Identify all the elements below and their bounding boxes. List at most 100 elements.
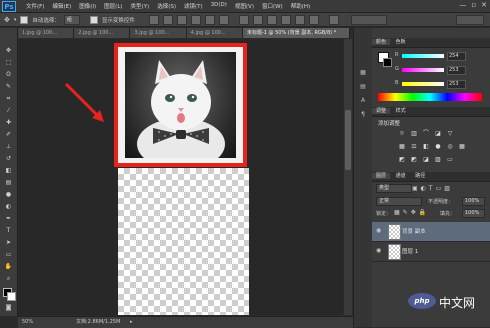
layer-name[interactable]: 图层 1 bbox=[402, 247, 418, 255]
align-bottom-icon[interactable] bbox=[176, 14, 187, 25]
tab-untitled-1[interactable]: 未标题-1 @ 50% (背景 副本, RGB/8) * bbox=[242, 28, 351, 38]
distribute-top-icon[interactable] bbox=[238, 14, 249, 25]
green-slider[interactable] bbox=[402, 68, 444, 72]
tab-color[interactable]: 颜色 bbox=[372, 39, 391, 45]
show-transform-checkbox[interactable] bbox=[89, 15, 98, 24]
cat-photo[interactable] bbox=[125, 52, 236, 158]
curves-icon[interactable]: ⌒ bbox=[422, 130, 430, 137]
menu-select[interactable]: 选择(S) bbox=[153, 2, 180, 10]
quick-select-tool-icon[interactable]: ✎ bbox=[3, 82, 14, 91]
background-swatch[interactable] bbox=[383, 58, 392, 67]
scrollbar-thumb[interactable] bbox=[345, 110, 351, 170]
brush-tool-icon[interactable]: ✐ bbox=[3, 130, 14, 139]
workspace-dropdown[interactable] bbox=[456, 14, 484, 25]
levels-icon[interactable]: ▥ bbox=[410, 130, 418, 137]
color-spectrum-bar[interactable] bbox=[378, 93, 482, 101]
3d-mode-icon[interactable] bbox=[350, 14, 387, 25]
layer-filter-icons[interactable]: ▣◐T▭▨ bbox=[412, 185, 453, 192]
menu-filter[interactable]: 滤镜(T) bbox=[180, 2, 207, 10]
blend-mode-dropdown[interactable]: 正常 bbox=[376, 197, 422, 206]
color-lookup-icon[interactable]: ▦ bbox=[458, 143, 466, 150]
brightness-icon[interactable]: ☼ bbox=[398, 130, 406, 137]
menu-type[interactable]: 类型(Y) bbox=[127, 2, 154, 10]
tab-adjustments[interactable]: 调整 bbox=[372, 108, 391, 114]
invert-icon[interactable]: ◩ bbox=[398, 156, 406, 163]
status-menu-arrow-icon[interactable]: ▸ bbox=[130, 317, 133, 328]
maximize-icon[interactable]: ▫ bbox=[471, 1, 476, 9]
gradient-tool-icon[interactable]: ▤ bbox=[3, 178, 14, 187]
hand-tool-icon[interactable]: ✋ bbox=[3, 262, 14, 271]
eye-icon[interactable]: ◉ bbox=[376, 227, 384, 235]
vibrance-icon[interactable]: ▽ bbox=[446, 130, 454, 137]
properties-panel-icon[interactable]: ▤ bbox=[358, 82, 368, 91]
move-tool-icon[interactable]: ✥ bbox=[4, 16, 10, 24]
tab-channels[interactable]: 通道 bbox=[392, 173, 410, 179]
tab-3-jpg[interactable]: 3.jpg @ 100... bbox=[130, 28, 187, 38]
align-left-icon[interactable] bbox=[190, 14, 201, 25]
character-panel-icon[interactable]: A bbox=[358, 96, 368, 105]
marquee-tool-icon[interactable]: ⬚ bbox=[3, 58, 14, 67]
red-value[interactable]: 254 bbox=[447, 52, 466, 61]
tool-preset-chevron-icon[interactable]: ▾ bbox=[14, 17, 17, 23]
fill-input[interactable]: 100% bbox=[462, 209, 485, 218]
eyedropper-tool-icon[interactable]: ⁄ bbox=[3, 106, 14, 115]
type-tool-icon[interactable]: T bbox=[3, 226, 14, 235]
tab-2-jpg[interactable]: 2.jpg @ 100... bbox=[74, 28, 131, 38]
minimize-icon[interactable]: — bbox=[459, 1, 466, 9]
path-selection-tool-icon[interactable]: ➤ bbox=[3, 238, 14, 247]
selective-color-icon[interactable]: ▨ bbox=[434, 156, 442, 163]
blur-tool-icon[interactable]: ● bbox=[3, 190, 14, 199]
lasso-tool-icon[interactable]: ʘ bbox=[3, 70, 14, 79]
history-panel-icon[interactable]: ▦ bbox=[358, 68, 368, 77]
distribute-left-icon[interactable] bbox=[280, 14, 291, 25]
pen-tool-icon[interactable]: ✒ bbox=[3, 214, 14, 223]
gradient-map-icon[interactable]: ▭ bbox=[446, 156, 454, 163]
photo-filter-icon[interactable]: ● bbox=[434, 143, 442, 150]
auto-align-icon[interactable] bbox=[328, 14, 339, 25]
align-center-icon[interactable] bbox=[204, 14, 215, 25]
menu-view[interactable]: 视图(V) bbox=[231, 2, 258, 10]
canvas-vertical-scrollbar[interactable] bbox=[344, 39, 352, 315]
layer-row-background-copy[interactable]: ◉ 背景 副本 bbox=[372, 222, 490, 242]
distribute-center-icon[interactable] bbox=[294, 14, 305, 25]
color-balance-icon[interactable]: ⚖ bbox=[410, 143, 418, 150]
layer-kind-filter[interactable]: 类型 bbox=[376, 184, 412, 193]
layer-name[interactable]: 背景 副本 bbox=[402, 227, 426, 235]
quick-mask-icon[interactable]: ◙ bbox=[3, 303, 14, 312]
zoom-tool-icon[interactable]: ⌕ bbox=[3, 274, 14, 283]
menu-layer[interactable]: 图层(L) bbox=[100, 2, 126, 10]
lock-icons[interactable]: ▦✎✥🔒 bbox=[394, 209, 429, 216]
history-brush-tool-icon[interactable]: ↺ bbox=[3, 154, 14, 163]
clone-stamp-tool-icon[interactable]: ⊥ bbox=[3, 142, 14, 151]
zoom-level[interactable]: 50% bbox=[22, 317, 33, 328]
tab-swatches[interactable]: 色板 bbox=[392, 39, 410, 45]
posterize-icon[interactable]: ◩ bbox=[410, 156, 418, 163]
threshold-icon[interactable]: ◪ bbox=[422, 156, 430, 163]
opacity-input[interactable]: 100% bbox=[462, 197, 485, 206]
hue-saturation-icon[interactable]: ▦ bbox=[398, 143, 406, 150]
crop-tool-icon[interactable]: ⌗ bbox=[3, 94, 14, 103]
menu-3d[interactable]: 3D(D) bbox=[207, 2, 231, 10]
tab-1-jpg[interactable]: 1.jpg @ 100... bbox=[18, 28, 75, 38]
eraser-tool-icon[interactable]: ◧ bbox=[3, 166, 14, 175]
auto-select-checkbox[interactable] bbox=[20, 15, 29, 24]
background-color-swatch[interactable] bbox=[7, 292, 16, 301]
align-right-icon[interactable] bbox=[218, 14, 229, 25]
tab-paths[interactable]: 路径 bbox=[411, 173, 429, 179]
shape-tool-icon[interactable]: ▭ bbox=[3, 250, 14, 259]
tab-4-jpg[interactable]: 4.jpg @ 100... bbox=[186, 28, 243, 38]
tab-styles[interactable]: 样式 bbox=[392, 108, 410, 114]
layer-row-layer-1[interactable]: ◉ 图层 1 bbox=[372, 242, 490, 262]
menu-window[interactable]: 窗口(W) bbox=[258, 2, 287, 10]
menu-help[interactable]: 帮助(H) bbox=[287, 2, 314, 10]
black-white-icon[interactable]: ◧ bbox=[422, 143, 430, 150]
exposure-icon[interactable]: ◪ bbox=[434, 130, 442, 137]
close-icon[interactable]: ✕ bbox=[481, 1, 487, 9]
align-middle-icon[interactable] bbox=[162, 14, 173, 25]
menu-edit[interactable]: 编辑(E) bbox=[48, 2, 75, 10]
channel-mixer-icon[interactable]: ◎ bbox=[446, 143, 454, 150]
menu-image[interactable]: 图像(I) bbox=[75, 2, 100, 10]
red-slider[interactable] bbox=[402, 54, 444, 58]
tab-layers[interactable]: 图层 bbox=[372, 173, 391, 179]
dodge-tool-icon[interactable]: ◐ bbox=[3, 202, 14, 211]
